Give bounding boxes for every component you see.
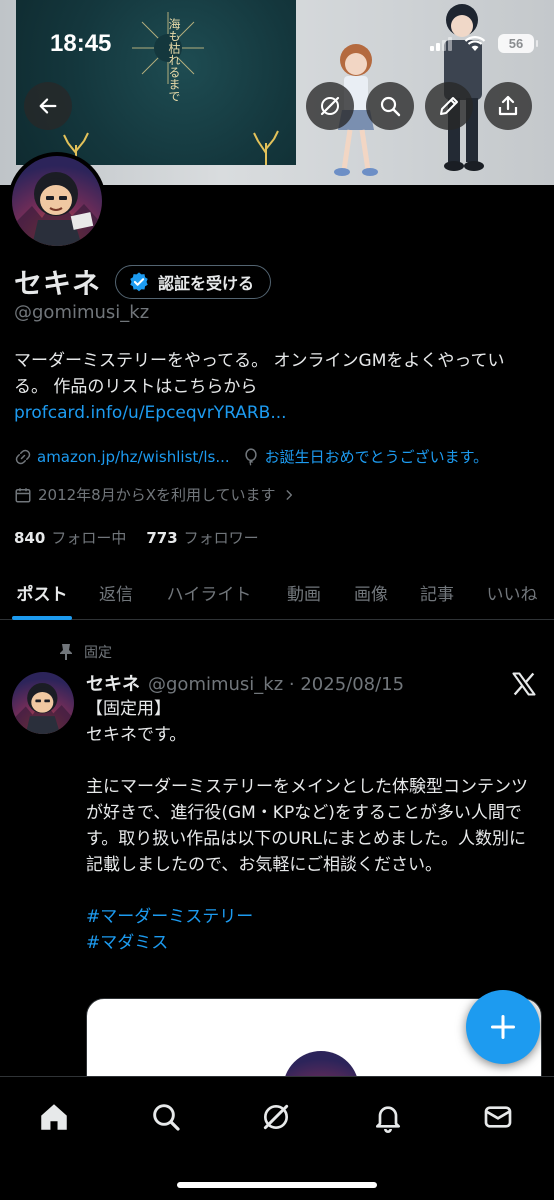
status-indicators: 56 [430, 34, 538, 53]
search-button[interactable] [366, 82, 414, 130]
website-link[interactable]: amazon.jp/hz/wishlist/ls... [37, 448, 230, 466]
tweet-paragraph: 主にマーダーミステリーをメインとした体験型コンテンツが好きで、進行役(GM・KP… [86, 777, 528, 875]
nav-messages[interactable] [478, 1097, 518, 1137]
tab-highlights[interactable]: ハイライト [148, 564, 270, 620]
back-button[interactable] [24, 82, 72, 130]
profile-meta-row: amazon.jp/hz/wishlist/ls... お誕生日おめでとうござい… [14, 446, 550, 467]
nav-home[interactable] [34, 1097, 74, 1137]
link-icon [15, 449, 31, 464]
tab-replies[interactable]: 返信 [84, 564, 148, 620]
hashtag-link[interactable]: #マダミス [86, 930, 536, 956]
tweet-header: セキネ @gomimusi_kz · 2025/08/15 [86, 670, 404, 696]
balloon-icon [245, 447, 257, 466]
plus-icon [490, 1014, 516, 1040]
pencil-icon [440, 97, 458, 115]
following-label: フォロー中 [51, 529, 127, 547]
compose-button[interactable] [466, 990, 540, 1064]
pin-icon [60, 644, 72, 660]
tab-likes[interactable]: いいね [470, 564, 554, 620]
tab-posts[interactable]: ポスト [0, 564, 84, 620]
get-verified-label: 認証を受ける [158, 274, 255, 293]
grok-button[interactable] [306, 82, 354, 130]
arrow-left-icon [39, 98, 57, 114]
followers-label: フォロワー [183, 529, 259, 547]
tweet-avatar[interactable] [12, 672, 74, 734]
bio-link[interactable]: profcard.info/u/EpceqvrYRARB... [14, 403, 287, 423]
search-icon [153, 1104, 180, 1131]
tweet-handle-date: @gomimusi_kz · 2025/08/15 [148, 674, 405, 695]
grok-icon [320, 96, 340, 116]
grok-icon [263, 1104, 289, 1130]
wifi-icon [464, 35, 486, 51]
banner-poster-image: 海も枯れるまで [16, 0, 296, 165]
tweet-line: セキネです。 [86, 725, 187, 745]
avatar-image [12, 156, 102, 246]
follow-stats: 840 フォロー中 773 フォロワー [14, 527, 259, 548]
profile-name-row: セキネ 認証を受ける [14, 262, 272, 302]
tweet-line: 【固定用】 [86, 699, 171, 719]
joined-row[interactable]: 2012年8月からXを利用しています [14, 484, 296, 505]
edit-button[interactable] [425, 82, 473, 130]
display-name: セキネ [14, 267, 102, 300]
followers-stat[interactable]: 773 フォロワー [146, 527, 258, 548]
hashtag-link[interactable]: #マーダーミステリー [86, 904, 536, 930]
pinned-label: 固定 [84, 645, 112, 661]
get-verified-button[interactable]: 認証を受ける [115, 265, 272, 299]
followers-count: 773 [146, 529, 178, 547]
home-indicator [177, 1182, 377, 1188]
battery-indicator: 56 [498, 34, 538, 53]
x-logo-icon[interactable] [510, 670, 538, 698]
bio-text: マーダーミステリーをやってる。 オンラインGMをよくやっている。 作品のリストは… [14, 351, 505, 397]
tab-articles[interactable]: 記事 [404, 564, 470, 620]
bell-icon [376, 1106, 400, 1133]
profile-banner[interactable]: 海も枯れるまで 18:45 56 [0, 0, 554, 185]
nav-search[interactable] [146, 1097, 186, 1137]
status-time: 18:45 [50, 30, 112, 57]
tweet-body[interactable]: 【固定用】 セキネです。 主にマーダーミステリーをメインとした体験型コンテンツが… [86, 696, 536, 956]
birthday-text[interactable]: お誕生日おめでとうございます。 [265, 446, 489, 467]
search-icon [380, 96, 401, 117]
profile-bio: マーダーミステリーをやってる。 オンラインGMをよくやっている。 作品のリストは… [14, 348, 534, 426]
chevron-right-icon [286, 489, 292, 500]
following-count: 840 [14, 529, 46, 547]
profile-tabs: ポスト 返信 ハイライト 動画 画像 記事 いいね [0, 564, 554, 620]
calendar-icon [15, 487, 31, 502]
share-icon [498, 95, 518, 116]
website-item[interactable]: amazon.jp/hz/wishlist/ls... [14, 448, 230, 466]
tab-videos[interactable]: 動画 [270, 564, 338, 620]
share-button[interactable] [484, 82, 532, 130]
profile-avatar[interactable] [8, 152, 106, 250]
tab-media[interactable]: 画像 [338, 564, 404, 620]
nav-notifications[interactable] [368, 1097, 408, 1137]
joined-text: 2012年8月からXを利用しています [38, 486, 276, 504]
mail-icon [484, 1106, 512, 1128]
nav-grok[interactable] [256, 1097, 296, 1137]
verified-badge-icon [130, 272, 148, 292]
tweet-author-name[interactable]: セキネ [86, 670, 140, 696]
bottom-navigation [0, 1076, 554, 1200]
birthday-item[interactable]: お誕生日おめでとうございます。 [242, 446, 489, 467]
following-stat[interactable]: 840 フォロー中 [14, 527, 126, 548]
pinned-indicator: 固定 [58, 642, 112, 662]
profile-handle: @gomimusi_kz [14, 302, 150, 323]
poster-title: 海も枯れるまで [167, 18, 181, 102]
signal-icon [430, 36, 452, 51]
home-icon [41, 1104, 67, 1130]
